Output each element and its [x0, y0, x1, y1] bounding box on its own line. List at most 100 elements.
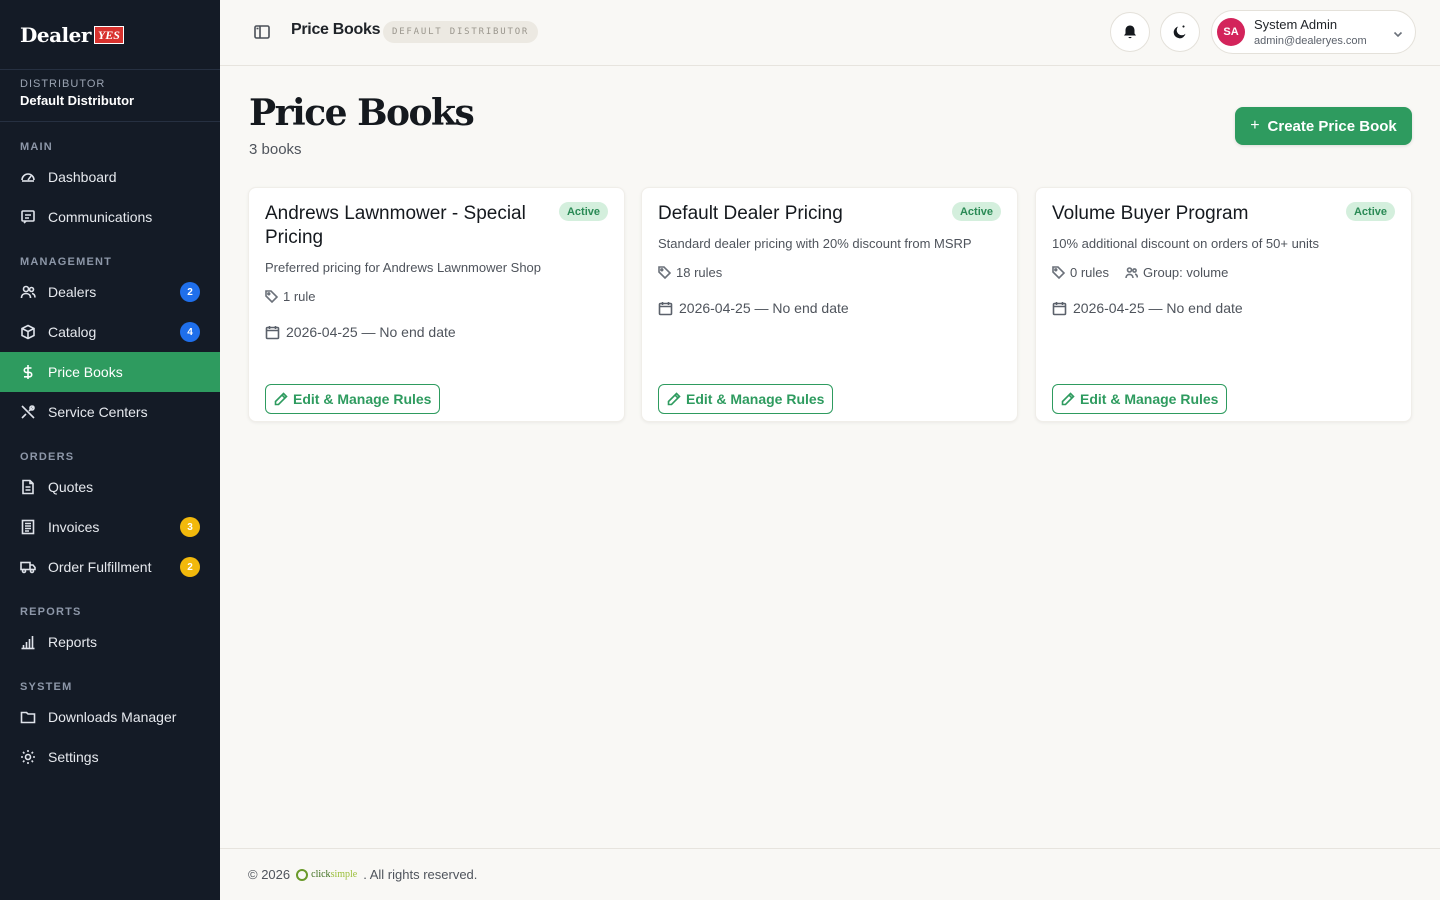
sidebar-item-label: Dealers: [48, 284, 97, 300]
tag-icon: [658, 266, 671, 279]
folder-icon: [20, 709, 36, 725]
nav-section-reports: REPORTS: [20, 606, 82, 618]
brand-logo[interactable]: Dealer YES: [0, 0, 220, 70]
sidebar-item-label: Communications: [48, 209, 153, 225]
fulfillment-count-badge: 2: [180, 557, 200, 577]
nav-section-system: SYSTEM: [20, 681, 73, 693]
invoice-icon: [20, 519, 36, 535]
sidebar-item-label: Quotes: [48, 479, 94, 495]
pencil-icon: [274, 392, 288, 406]
avatar: SA: [1217, 18, 1245, 46]
sidebar-item-label: Reports: [48, 634, 98, 650]
create-price-book-label: Create Price Book: [1267, 117, 1397, 135]
price-book-card[interactable]: Andrews Lawnmower - Special Pricing Acti…: [248, 187, 625, 422]
sidebar-item-order-fulfillment[interactable]: Order Fulfillment 2: [0, 547, 220, 587]
price-book-meta: 0 rules Group: volume: [1052, 265, 1228, 280]
rules-count: 18 rules: [676, 265, 723, 280]
nav-section-orders: ORDERS: [20, 451, 75, 463]
user-email: admin@dealeryes.com: [1254, 35, 1367, 47]
date-range: 2026-04-25 — No end date: [265, 324, 456, 340]
price-book-description: Preferred pricing for Andrews Lawnmower …: [265, 260, 542, 275]
sidebar-item-label: Order Fulfillment: [48, 559, 152, 575]
sidebar-item-service-centers[interactable]: Service Centers: [0, 392, 220, 432]
edit-manage-rules-button[interactable]: Edit & Manage Rules: [1052, 384, 1228, 414]
sidebar-item-catalog[interactable]: Catalog 4: [0, 312, 220, 352]
sidebar-item-dealers[interactable]: Dealers 2: [0, 272, 220, 312]
distributor-label: DISTRIBUTOR: [20, 78, 106, 90]
brand-badge: YES: [93, 25, 124, 44]
price-book-meta: 1 rule: [265, 289, 316, 304]
sidebar-item-quotes[interactable]: Quotes: [0, 467, 220, 507]
edit-label: Edit & Manage Rules: [1080, 391, 1219, 407]
sidebar-item-label: Price Books: [48, 364, 123, 380]
chevron-down-icon: [1392, 27, 1404, 39]
brand-name: Dealer: [20, 22, 91, 47]
sidebar-item-dashboard[interactable]: Dashboard: [0, 157, 220, 197]
price-book-title[interactable]: Volume Buyer Program: [1052, 202, 1342, 226]
copyright-suffix: . All rights reserved.: [363, 867, 478, 882]
moon-icon: [1173, 25, 1186, 39]
group-icon: [1125, 266, 1139, 279]
tools-icon: [20, 404, 36, 420]
clicksimple-logo-text-a: click: [311, 869, 331, 880]
invoices-count-badge: 3: [180, 517, 200, 537]
nav-section-main: MAIN: [20, 141, 53, 153]
group-label: Group: volume: [1143, 265, 1229, 280]
page-title: Price Books: [249, 92, 475, 134]
clicksimple-logo-text-b: simple: [330, 869, 358, 880]
pencil-icon: [1061, 392, 1075, 406]
edit-manage-rules-button[interactable]: Edit & Manage Rules: [658, 384, 834, 414]
calendar-icon: [658, 301, 673, 316]
rules-count: 1 rule: [283, 289, 316, 304]
rules-count: 0 rules: [1070, 265, 1110, 280]
calendar-icon: [1052, 301, 1067, 316]
user-name: System Admin: [1254, 17, 1338, 32]
message-icon: [20, 209, 36, 225]
clicksimple-logo-icon: [296, 868, 309, 881]
pencil-icon: [667, 392, 681, 406]
date-range-text: 2026-04-25 — No end date: [1073, 300, 1243, 316]
sidebar-toggle-icon[interactable]: [253, 23, 271, 41]
sidebar-item-label: Catalog: [48, 324, 97, 340]
status-badge: Active: [558, 202, 608, 221]
status-badge: Active: [951, 202, 1001, 221]
user-menu[interactable]: SA System Admin admin@dealeryes.com: [1211, 10, 1416, 54]
truck-icon: [20, 559, 36, 575]
price-book-meta: 18 rules: [658, 265, 722, 280]
price-book-card[interactable]: Default Dealer Pricing Active Standard d…: [641, 187, 1018, 422]
theme-toggle-button[interactable]: [1160, 12, 1200, 52]
date-range-text: 2026-04-25 — No end date: [286, 324, 456, 340]
price-book-title[interactable]: Default Dealer Pricing: [658, 202, 948, 226]
dollar-icon: [20, 364, 36, 380]
footer: © 2026 click simple . All rights reserved…: [220, 848, 1440, 900]
notifications-button[interactable]: [1110, 12, 1150, 52]
book-count: 3 books: [249, 141, 302, 158]
price-book-card[interactable]: Volume Buyer Program Active 10% addition…: [1035, 187, 1412, 422]
page-title-header: Price Books: [291, 21, 381, 38]
price-book-title[interactable]: Andrews Lawnmower - Special Pricing: [265, 202, 555, 250]
distributor-name: Default Distributor: [20, 93, 135, 108]
sidebar-item-settings[interactable]: Settings: [0, 737, 220, 777]
nav-section-management: MANAGEMENT: [20, 256, 113, 268]
plus-icon: +: [1250, 117, 1260, 134]
tag-icon: [265, 290, 278, 303]
bar-chart-icon: [20, 634, 36, 650]
sidebar-item-label: Settings: [48, 749, 99, 765]
edit-manage-rules-button[interactable]: Edit & Manage Rules: [265, 384, 441, 414]
date-range-text: 2026-04-25 — No end date: [679, 300, 849, 316]
create-price-book-button[interactable]: + Create Price Book: [1235, 107, 1412, 145]
sidebar-item-reports[interactable]: Reports: [0, 622, 220, 662]
clicksimple-logo[interactable]: click simple: [296, 868, 358, 881]
sidebar-item-invoices[interactable]: Invoices 3: [0, 507, 220, 547]
date-range: 2026-04-25 — No end date: [658, 300, 849, 316]
status-badge: Active: [1345, 202, 1395, 221]
top-bar: Price Books DEFAULT DISTRIBUTOR SA Syste…: [220, 0, 1440, 66]
sidebar-item-label: Invoices: [48, 519, 100, 535]
sidebar-item-price-books[interactable]: Price Books: [0, 352, 220, 392]
price-book-description: Standard dealer pricing with 20% discoun…: [658, 236, 972, 251]
edit-label: Edit & Manage Rules: [686, 391, 825, 407]
sidebar-item-downloads-manager[interactable]: Downloads Manager: [0, 697, 220, 737]
copyright-year: © 2026: [248, 867, 291, 882]
edit-label: Edit & Manage Rules: [293, 391, 432, 407]
sidebar-item-communications[interactable]: Communications: [0, 197, 220, 237]
